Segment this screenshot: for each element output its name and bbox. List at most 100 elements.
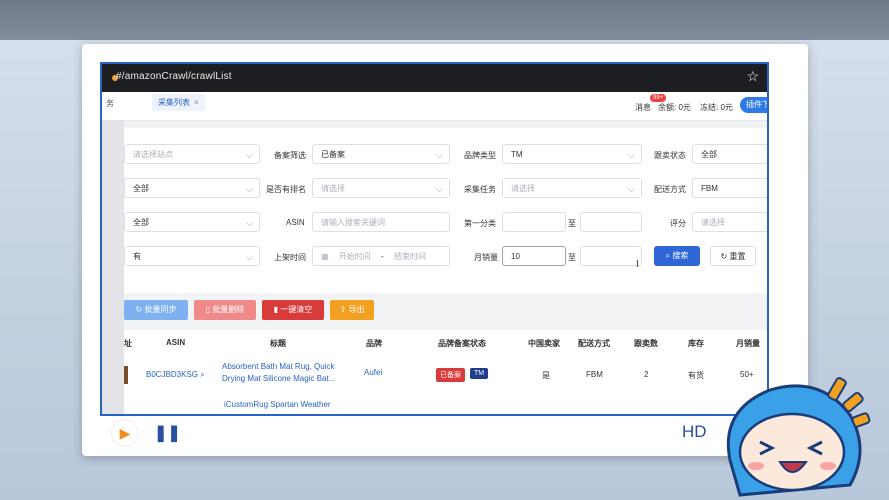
- rank-select-placeholder: 请选择: [321, 184, 345, 193]
- chevron-down-icon: ⌵: [436, 150, 443, 160]
- player-controls: ▶ ❚❚ HD: [82, 416, 808, 456]
- rank-label: 是否有排名: [266, 185, 306, 194]
- site-select[interactable]: 请选择站点 ⌵: [124, 144, 260, 164]
- tab-close-icon[interactable]: ×: [194, 98, 199, 107]
- export-icon: ⇪: [339, 305, 347, 314]
- plugin-button[interactable]: 插件下: [740, 97, 767, 113]
- refresh-icon: ↻: [720, 252, 728, 261]
- brand-cell[interactable]: Aufei: [364, 368, 382, 377]
- chevron-down-icon: ⌵: [436, 184, 443, 194]
- shipping-cell: FBM: [586, 370, 603, 379]
- brand-type-label: 品牌类型: [464, 151, 496, 160]
- mascot-sticker: [726, 377, 871, 497]
- category-min-input[interactable]: [502, 212, 566, 232]
- sidebar-edge: [102, 120, 124, 414]
- crawl-task-select[interactable]: 请选择 ⌵: [502, 178, 642, 198]
- sync-icon: ↻: [135, 305, 143, 314]
- play-icon[interactable]: ▶: [112, 420, 138, 446]
- score-select-placeholder: 请选择: [701, 218, 725, 227]
- chevron-down-icon: ⌵: [628, 150, 635, 160]
- clear-all-label: 一键清空: [280, 305, 313, 314]
- asin-cell[interactable]: B0CJBD3KSG ⌕: [146, 370, 205, 380]
- export-button[interactable]: ⇪ 导出: [330, 300, 374, 320]
- filter-panel: 请选择站点 ⌵ 备案筛选 已备案 ⌵ 品牌类型 TM ⌵ 跟卖状态 全部 全部 ⌵ 是否…: [124, 128, 767, 293]
- url-text[interactable]: #/amazonCrawl/crawlList: [116, 71, 232, 82]
- category-max-input[interactable]: [580, 212, 642, 232]
- sales-max-input[interactable]: [580, 246, 642, 266]
- pause-icon[interactable]: ❚❚: [154, 423, 181, 443]
- col-title: 标题: [270, 339, 286, 348]
- asin-input[interactable]: 请输入搜索关键词: [312, 212, 450, 232]
- record-select-value: 已备案: [321, 150, 345, 159]
- brand-type-select[interactable]: TM ⌵: [502, 144, 642, 164]
- date-end-placeholder: 结束时间: [393, 252, 426, 261]
- export-label: 导出: [348, 305, 365, 314]
- col-shipping: 配送方式: [578, 339, 610, 348]
- frozen-text: 冻结: 0元: [700, 103, 733, 112]
- bulk-delete-button[interactable]: ▯ 批量删除: [194, 300, 256, 320]
- hd-label[interactable]: HD: [682, 422, 707, 442]
- chevron-down-icon: ⌵: [246, 252, 253, 262]
- tab-crawl-list-label: 采集列表: [158, 98, 190, 107]
- chevron-down-icon: ⌵: [246, 184, 253, 194]
- title-line-1[interactable]: Absorbent Bath Mat Rug, Quick: [222, 362, 335, 371]
- asin-label: ASIN: [286, 218, 305, 227]
- row3-select[interactable]: 全部 ⌵: [124, 212, 260, 232]
- range-separator: 至: [568, 219, 576, 228]
- shipping-select[interactable]: FBM: [692, 178, 767, 198]
- bookmark-star-icon[interactable]: ☆: [746, 68, 759, 85]
- monthly-sales-label: 月销量: [474, 253, 498, 262]
- chevron-down-icon: ⌵: [628, 184, 635, 194]
- sales-min-input[interactable]: 10: [502, 246, 566, 266]
- brand-type-value: TM: [511, 150, 523, 159]
- date-dash: -: [381, 252, 384, 261]
- follow-status-value: 全部: [701, 150, 717, 159]
- sales-min-value: 10: [511, 252, 520, 261]
- product-thumbnail: [124, 366, 128, 384]
- tab-task[interactable]: 务: [106, 98, 114, 109]
- tab-crawl-list[interactable]: 采集列表 ×: [152, 94, 205, 111]
- row2-select-value: 全部: [133, 184, 149, 193]
- record-tag: 已备案: [436, 368, 465, 382]
- background-top-bar: [0, 0, 889, 40]
- asin-value: B0CJBD3KSG: [146, 370, 199, 379]
- calendar-icon: ▦: [321, 252, 329, 261]
- row4-select[interactable]: 有 ⌵: [124, 246, 260, 266]
- table-row[interactable]: B0CJBD3KSG ⌕ Absorbent Bath Mat Rug, Qui…: [124, 354, 767, 399]
- score-select[interactable]: 请选择: [692, 212, 767, 232]
- date-start-placeholder: 开始时间: [338, 252, 371, 261]
- search-icon[interactable]: ⌕: [200, 370, 204, 379]
- row2-select[interactable]: 全部 ⌵: [124, 178, 260, 198]
- bulk-sync-button[interactable]: ↻ 批量同步: [124, 300, 188, 320]
- record-select[interactable]: 已备案 ⌵: [312, 144, 450, 164]
- title-line-2[interactable]: Drying Mat Silicone Magic Bat...: [222, 374, 335, 383]
- reset-button-label: 重置: [729, 252, 746, 261]
- search-icon: ⌕: [665, 251, 671, 260]
- clear-all-button[interactable]: ▮ 一键清空: [262, 300, 324, 320]
- title-line-1[interactable]: iCustomRug Spartan Weather: [224, 400, 331, 409]
- col-asin: ASIN: [166, 338, 186, 347]
- reset-button[interactable]: ↻ 重置: [710, 246, 756, 266]
- site-select-placeholder: 请选择站点: [133, 150, 173, 159]
- search-button[interactable]: ⌕ 搜索: [654, 246, 700, 266]
- balance-text: 余额: 0元: [658, 103, 691, 112]
- messages-badge: 99+: [650, 94, 667, 102]
- shipping-label: 配送方式: [654, 185, 686, 194]
- table-row[interactable]: iCustomRug Spartan Weather: [124, 398, 767, 414]
- bulk-sync-label: 批量同步: [144, 305, 177, 314]
- score-label: 评分: [670, 219, 686, 228]
- messages-link[interactable]: 消息: [635, 102, 651, 113]
- range-separator: 至: [568, 253, 576, 262]
- address-bar[interactable]: #/amazonCrawl/crawlList ☆: [102, 64, 767, 92]
- listing-date-label: 上架时间: [274, 253, 306, 262]
- chevron-down-icon: ⌵: [246, 150, 253, 160]
- col-cn-seller: 中国卖家: [528, 339, 560, 348]
- table-header: 址 ASIN 标题 品牌 品牌备案状态 中国卖家 配送方式 跟卖数 库存 月销量: [124, 330, 767, 355]
- follow-status-select[interactable]: 全部: [692, 144, 767, 164]
- date-range-picker[interactable]: ▦ 开始时间 - 结束时间: [312, 246, 450, 266]
- col-stock: 库存: [688, 339, 704, 348]
- rank-select[interactable]: 请选择 ⌵: [312, 178, 450, 198]
- bulk-delete-label: 批量删除: [212, 305, 245, 314]
- col-brand-record: 品牌备案状态: [438, 339, 486, 348]
- text-cursor-icon: I: [636, 259, 639, 270]
